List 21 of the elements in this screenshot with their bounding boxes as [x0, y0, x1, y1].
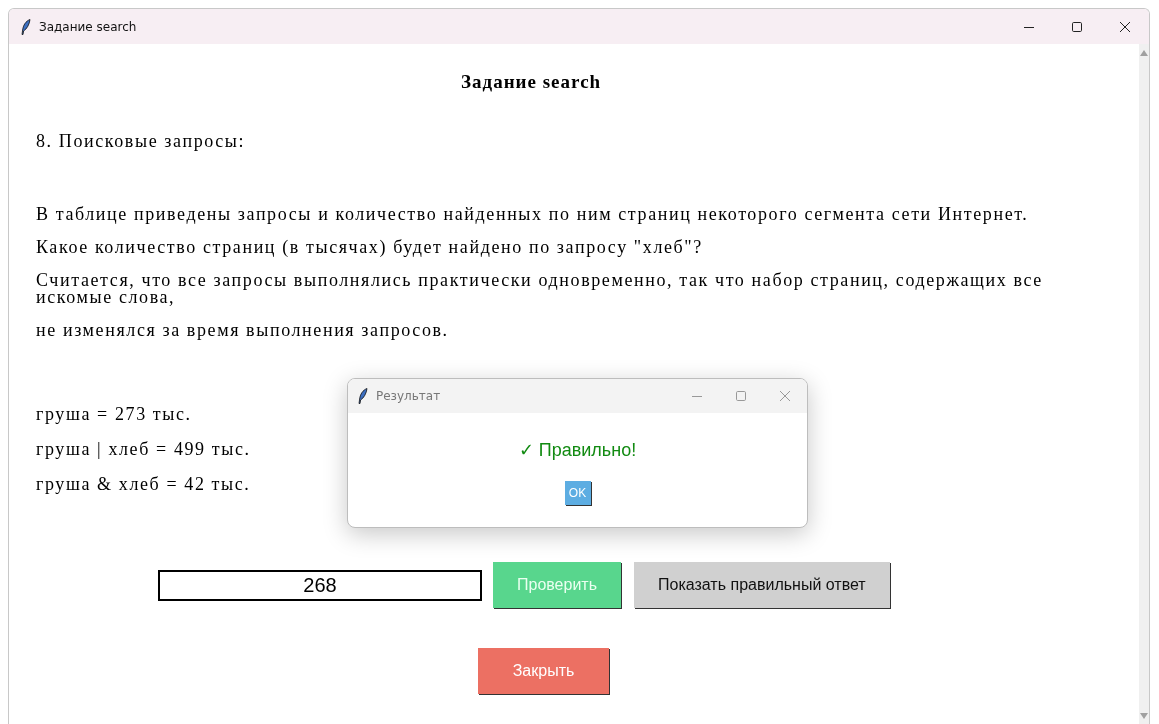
feather-icon	[358, 388, 368, 404]
answer-field[interactable]: 268	[158, 569, 482, 601]
feather-icon	[21, 18, 31, 35]
check-button[interactable]: Проверить	[493, 562, 621, 608]
close-button[interactable]: Закрыть	[478, 648, 609, 694]
question-text: не изменялся за время выполнения запросов.	[36, 322, 450, 339]
scroll-up-icon[interactable]	[1140, 50, 1148, 56]
result-message: ✓ Правильно!	[517, 439, 638, 461]
question-text: В таблице приведены запросы и количество найденных по ним страниц некоторого сегмента сети Интернет.	[36, 206, 1030, 223]
ok-button[interactable]: OK	[564, 481, 591, 505]
show-answer-button[interactable]: Показать правильный ответ	[634, 562, 890, 608]
question-text: Считается, что все запросы выполнялись практически одновременно, так что набор страниц, содержащих все искомые слова,	[36, 272, 1044, 306]
query-result-text: груша & хлеб = 42 тыс.	[36, 476, 251, 493]
query-result-text: груша = 273 тыс.	[36, 406, 192, 423]
question-text: Какое количество страниц (в тысячах) будет найдено по запросу "хлеб"?	[36, 239, 704, 256]
query-result-text: груша | хлеб = 499 тыс.	[36, 441, 251, 458]
task-heading: Задание search	[461, 71, 602, 93]
window-title: Задание search	[39, 19, 138, 34]
scroll-down-icon[interactable]	[1140, 713, 1148, 719]
task-number: 8. Поисковые запросы:	[36, 133, 246, 150]
dialog-title: Результат	[376, 389, 442, 403]
